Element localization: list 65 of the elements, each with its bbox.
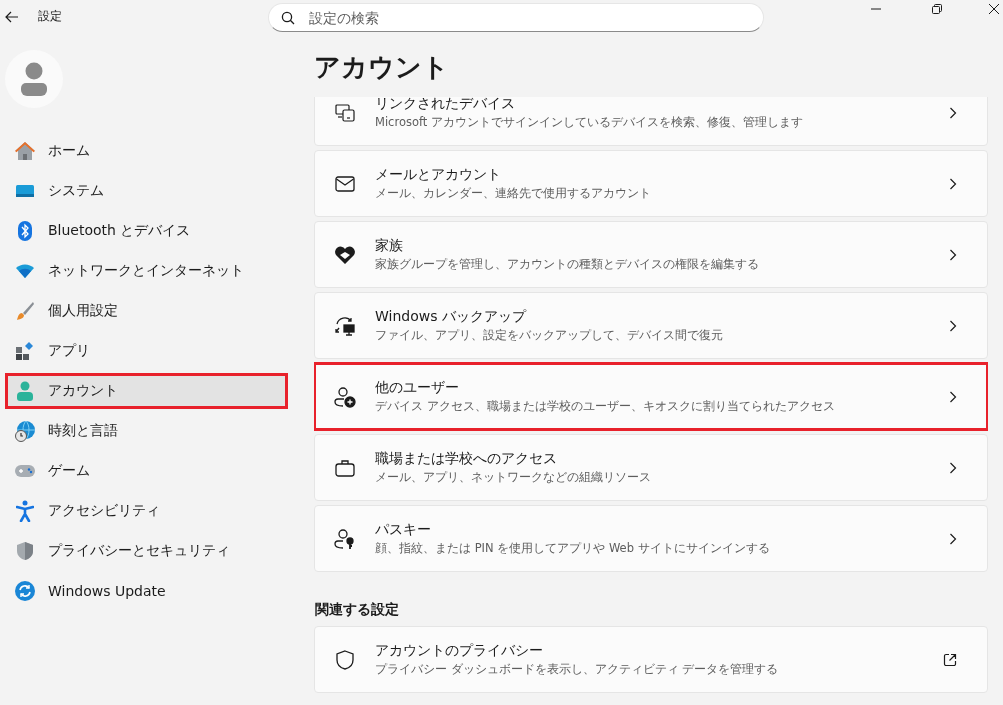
card-description: メール、アプリ、ネットワークなどの組織リソース xyxy=(375,470,652,485)
accessibility-icon xyxy=(16,500,34,522)
card-title: アカウントのプライバシー xyxy=(375,642,544,660)
settings-card[interactable]: 家族 家族グループを管理し、アカウントの種類とデバイスの権限を編集する xyxy=(314,221,988,288)
restore-icon[interactable] xyxy=(932,4,942,14)
heart-icon xyxy=(334,244,356,265)
nav-item[interactable]: プライバシーとセキュリティ xyxy=(5,533,288,569)
settings-card[interactable]: 他のユーザー デバイス アクセス、職場または学校のユーザー、キオスクに割り当てられたアクセス xyxy=(314,363,988,430)
key-user-icon xyxy=(334,527,356,550)
shield-icon xyxy=(16,541,34,561)
card-title: パスキー xyxy=(375,521,432,539)
settings-card[interactable]: リンクされたデバイス Microsoft アカウントでサインインしているデバイスを検索、修復、管理します xyxy=(314,97,988,146)
paintbrush-icon xyxy=(15,301,35,321)
card-description: 家族グループを管理し、アカウントの種類とデバイスの権限を編集する xyxy=(375,257,760,272)
nav-item[interactable]: アクセシビリティ xyxy=(5,493,288,529)
card-description: プライバシー ダッシュボードを表示し、アクティビティ データを管理する xyxy=(375,662,780,677)
apps-icon xyxy=(15,341,35,361)
search-icon xyxy=(281,11,295,25)
nav-item[interactable]: ホーム xyxy=(5,133,288,169)
shield-icon xyxy=(336,649,354,670)
search-field[interactable]: 設定の検索 xyxy=(268,3,764,32)
card-title: 他のユーザー xyxy=(375,379,460,397)
card-title: 職場または学校へのアクセス xyxy=(375,450,558,468)
add-user-icon xyxy=(334,385,356,408)
nav-item[interactable]: Windows Update xyxy=(5,573,288,609)
section-heading: 関連する設定 xyxy=(315,600,400,619)
nav-item[interactable]: システム xyxy=(5,173,288,209)
window-title: 設定 xyxy=(38,8,62,25)
wifi-icon xyxy=(15,263,35,279)
page-title: アカウント xyxy=(314,51,450,84)
briefcase-icon xyxy=(335,458,355,477)
nav-item[interactable]: アカウント xyxy=(5,373,288,409)
card-description: ファイル、アプリ、設定をバックアップして、デバイス間で復元 xyxy=(375,328,724,343)
monitor-icon xyxy=(15,183,35,199)
mail-icon xyxy=(335,175,355,192)
card-title: メールとアカウント xyxy=(375,166,502,184)
card-description: メール、カレンダー、連絡先で使用するアカウント xyxy=(375,186,652,201)
card-title: 家族 xyxy=(375,237,404,255)
sync-icon xyxy=(15,581,35,601)
nav-item[interactable]: Bluetooth とデバイス xyxy=(5,213,288,249)
nav-item[interactable]: 個人用設定 xyxy=(5,293,288,329)
settings-card[interactable]: Windows バックアップ ファイル、アプリ、設定をバックアップして、デバイス間で復元 xyxy=(314,292,988,359)
home-icon xyxy=(14,141,36,161)
settings-card[interactable]: 職場または学校へのアクセス メール、アプリ、ネットワークなどの組織リソース xyxy=(314,434,988,501)
nav-item[interactable]: ゲーム xyxy=(5,453,288,489)
card-title: リンクされたデバイス xyxy=(375,97,516,113)
card-title: Windows バックアップ xyxy=(375,308,528,326)
close-icon[interactable] xyxy=(989,4,999,14)
card-description: Microsoft アカウントでサインインしているデバイスを検索、修復、管理します xyxy=(375,115,804,130)
back-arrow-icon[interactable] xyxy=(5,10,19,23)
settings-card[interactable]: メールとアカウント メール、カレンダー、連絡先で使用するアカウント xyxy=(314,150,988,217)
nav-item[interactable]: ネットワークとインターネット xyxy=(5,253,288,289)
backup-icon xyxy=(334,315,356,336)
bluetooth-icon xyxy=(18,221,32,241)
nav-item[interactable]: 時刻と言語 xyxy=(5,413,288,449)
settings-card[interactable]: パスキー 顔、指紋、または PIN を使用してアプリや Web サイトにサインインする xyxy=(314,505,988,572)
person-icon xyxy=(16,381,34,401)
settings-card[interactable]: アカウントのプライバシー プライバシー ダッシュボードを表示し、アクティビティ データを管理する xyxy=(314,626,988,693)
gamepad-icon xyxy=(14,464,36,478)
nav-item[interactable]: アプリ xyxy=(5,333,288,369)
card-description: 顔、指紋、または PIN を使用してアプリや Web サイトにサインインする xyxy=(375,541,771,556)
person-silhouette-icon xyxy=(21,62,47,96)
card-description: デバイス アクセス、職場または学校のユーザー、キオスクに割り当てられたアクセス xyxy=(375,399,836,414)
globe-clock-icon xyxy=(14,420,36,442)
devices-icon xyxy=(335,103,355,122)
